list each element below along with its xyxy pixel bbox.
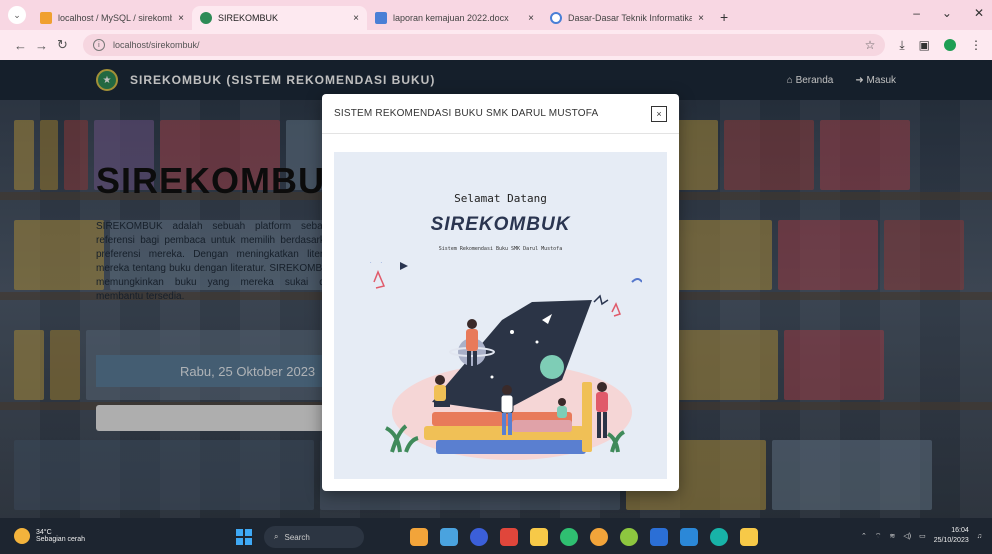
clock-time: 16:04	[951, 527, 969, 534]
word-app-icon[interactable]	[680, 528, 698, 546]
system-tray: ⌃ ⌔ ≋ ◁) ▭ 16:04 25/10/2023 ♫	[861, 526, 982, 546]
weather-widget[interactable]: 34°C Sebagian cerah	[14, 528, 85, 544]
url-text: localhost/sirekombuk/	[112, 40, 200, 50]
tab-title: Dasar-Dasar Teknik Informatika	[568, 13, 693, 23]
bookmark-star-icon[interactable]: ☆	[865, 38, 876, 52]
notification-bell-icon[interactable]: ♫	[977, 533, 982, 540]
modal-title: SISTEM REKOMENDASI BUKU SMK DARUL MUSTOF…	[334, 108, 599, 119]
widgets-app-icon[interactable]	[410, 528, 428, 546]
window-controls: – ⌄ ✕	[913, 6, 984, 20]
close-window-button[interactable]: ✕	[974, 6, 984, 20]
forward-arrow-icon[interactable]: →	[31, 38, 52, 53]
download-icon[interactable]: ⤓	[899, 38, 904, 53]
sirekombuk-favicon-icon	[200, 12, 212, 24]
file-explorer-app-icon[interactable]	[440, 528, 458, 546]
reading-illustration-icon	[370, 262, 642, 460]
web-page: ★ SIREKOMBUK (SISTEM REKOMENDASI BUKU) ⌂…	[0, 60, 992, 518]
tab-close-icon[interactable]: ×	[353, 13, 359, 24]
tab-mysql[interactable]: localhost / MySQL / sirekombuk ×	[32, 6, 192, 30]
windows-start-icon[interactable]	[236, 529, 252, 545]
meet-app-icon[interactable]	[470, 528, 488, 546]
tab-title: SIREKOMBUK	[218, 13, 279, 23]
site-info-icon[interactable]: i	[92, 39, 105, 51]
windows-taskbar: 34°C Sebagian cerah ⌕ Search ⌃ ⌔ ≋ ◁) ▭ …	[0, 518, 992, 554]
browser-tabbar: ⌄ localhost / MySQL / sirekombuk × SIREK…	[0, 0, 992, 30]
chrome-app-icon[interactable]	[590, 528, 608, 546]
taskbar-clock[interactable]: 16:04 25/10/2023	[934, 526, 969, 546]
edge-app-icon[interactable]	[710, 528, 728, 546]
sidepanel-icon[interactable]: ▣	[919, 38, 930, 52]
tab-title: laporan kemajuan 2022.docx	[393, 13, 509, 23]
folder-app-icon[interactable]	[530, 528, 548, 546]
browser-toolbar: ⤓ ▣ ⋮	[899, 38, 982, 53]
volume-icon[interactable]: ◁)	[903, 532, 911, 540]
search-icon: ⌕	[274, 532, 279, 541]
address-bar-row: ← → ↻ i localhost/sirekombuk/ ☆ ⤓ ▣ ⋮	[0, 30, 992, 60]
tab-close-icon[interactable]: ×	[528, 13, 534, 24]
profile-avatar[interactable]	[943, 39, 956, 51]
wifi-icon[interactable]: ≋	[889, 532, 895, 540]
google-favicon-icon	[550, 12, 562, 24]
tab-close-icon[interactable]: ×	[178, 13, 184, 24]
back-arrow-icon[interactable]: ←	[10, 38, 31, 53]
restore-button[interactable]: ⌄	[942, 6, 952, 20]
tab-sirekombuk[interactable]: SIREKOMBUK ×	[192, 6, 367, 30]
banner-subtitle: Sistem Rekomendasi Buku SMK Darul Mustof…	[438, 246, 563, 252]
url-input[interactable]: i localhost/sirekombuk/ ☆	[82, 34, 886, 56]
welcome-text: Selamat Datang	[454, 192, 547, 205]
taskbar-search-input[interactable]: ⌕ Search	[264, 526, 364, 548]
weather-desc: Sebagian cerah	[36, 536, 86, 543]
modal-header: SISTEM REKOMENDASI BUKU SMK DARUL MUSTOF…	[322, 94, 679, 134]
modal-close-button[interactable]: ×	[651, 105, 667, 122]
tab-search-icon[interactable]: ⌄	[8, 6, 26, 24]
battery-icon[interactable]: ▭	[919, 532, 926, 540]
taskbar-apps: ⌕ Search	[236, 526, 758, 548]
vscode-app-icon[interactable]	[650, 528, 668, 546]
new-tab-button[interactable]: +	[720, 9, 728, 25]
weather-temp: 34°C	[36, 529, 52, 536]
docs-favicon-icon	[375, 12, 387, 24]
welcome-modal: SISTEM REKOMENDASI BUKU SMK DARUL MUSTOF…	[322, 94, 679, 491]
spotify-app-icon[interactable]	[620, 528, 638, 546]
network-icon[interactable]: ⌔	[875, 532, 882, 541]
welcome-banner-image: Selamat Datang SIREKOMBUK Sistem Rekomen…	[334, 152, 667, 479]
tab-dasar[interactable]: Dasar-Dasar Teknik Informatika ×	[542, 6, 712, 30]
weather-sun-icon	[14, 528, 30, 544]
minimize-button[interactable]: –	[913, 6, 920, 20]
calendar-app-icon[interactable]	[500, 528, 518, 546]
xampp-app-icon[interactable]	[740, 528, 758, 546]
tab-laporan[interactable]: laporan kemajuan 2022.docx ×	[367, 6, 542, 30]
taskbar-search-label: Search	[284, 532, 310, 542]
whatsapp-app-icon[interactable]	[560, 528, 578, 546]
tab-title: localhost / MySQL / sirekombuk	[58, 13, 173, 23]
menu-kebab-icon[interactable]: ⋮	[970, 38, 982, 52]
mysql-favicon-icon	[40, 12, 52, 24]
reload-icon[interactable]: ↻	[52, 37, 73, 53]
clock-date: 25/10/2023	[933, 537, 969, 544]
tab-close-icon[interactable]: ×	[698, 13, 704, 24]
banner-brand: SIREKOMBUK	[430, 214, 571, 235]
tray-chevron-icon[interactable]: ⌃	[861, 532, 867, 540]
